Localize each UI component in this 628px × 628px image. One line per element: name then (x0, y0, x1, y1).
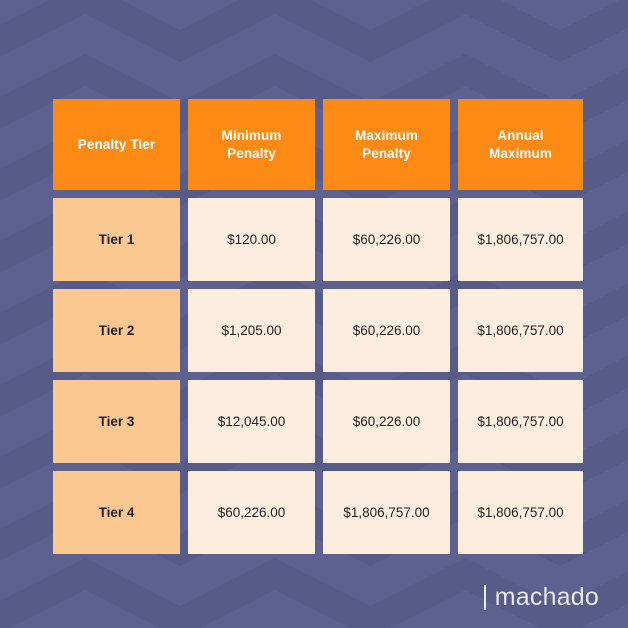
cell-tier-label: Tier 1 (98, 231, 135, 247)
cell-annual-maximum-value: $1,806,757.00 (477, 413, 564, 429)
header-line-1: Annual (497, 127, 544, 143)
header-line-1: Minimum (221, 127, 282, 143)
cell-maximum-penalty: $1,806,757.00 (323, 471, 450, 554)
cell-maximum-penalty-value: $60,226.00 (352, 413, 421, 429)
header-line-2: Maximum (489, 145, 552, 161)
cell-annual-maximum-value: $1,806,757.00 (477, 322, 564, 338)
cell-minimum-penalty: $12,045.00 (188, 380, 315, 463)
cell-annual-maximum: $1,806,757.00 (458, 289, 583, 372)
column-header-penalty-tier: Penalty Tier (53, 99, 180, 190)
penalty-tier-table: Penalty Tier Minimum Penalty Maximum Penal… (53, 99, 583, 554)
cell-annual-maximum: $1,806,757.00 (458, 198, 583, 281)
table-header-row: Penalty Tier Minimum Penalty Maximum Penal… (53, 99, 583, 190)
cell-annual-maximum: $1,806,757.00 (458, 471, 583, 554)
cell-maximum-penalty: $60,226.00 (323, 380, 450, 463)
cell-minimum-penalty-value: $12,045.00 (217, 413, 286, 429)
table-row: Tier 3 $12,045.00 $60,226.00 $1,806,757.… (53, 380, 583, 463)
cell-tier-label: Tier 3 (98, 413, 135, 429)
header-line-1: Maximum (355, 127, 418, 143)
column-header-minimum-penalty: Minimum Penalty (188, 99, 315, 190)
header-line-2: Penalty (362, 145, 411, 161)
cell-tier: Tier 1 (53, 198, 180, 281)
column-header-annual-maximum: Annual Maximum (458, 99, 583, 190)
cell-minimum-penalty: $60,226.00 (188, 471, 315, 554)
cell-minimum-penalty-value: $120.00 (227, 231, 276, 247)
cell-annual-maximum: $1,806,757.00 (458, 380, 583, 463)
cell-annual-maximum-value: $1,806,757.00 (477, 231, 564, 247)
logo-wordmark: machado (494, 583, 599, 611)
column-header-penalty-tier-label: Penalty Tier (77, 136, 156, 152)
cell-maximum-penalty-value: $60,226.00 (352, 322, 421, 338)
column-header-minimum-penalty-label: Minimum Penalty (222, 127, 282, 163)
infographic-canvas: Penalty Tier Minimum Penalty Maximum Penal… (0, 0, 628, 628)
cell-tier: Tier 2 (53, 289, 180, 372)
cell-tier-label: Tier 2 (98, 322, 135, 338)
column-header-maximum-penalty: Maximum Penalty (323, 99, 450, 190)
cell-maximum-penalty-value: $60,226.00 (352, 231, 421, 247)
cell-tier: Tier 4 (53, 471, 180, 554)
cell-minimum-penalty: $120.00 (188, 198, 315, 281)
cell-tier: Tier 3 (53, 380, 180, 463)
logo-divider-icon (483, 585, 486, 610)
cell-maximum-penalty: $60,226.00 (323, 289, 450, 372)
cell-tier-label: Tier 4 (98, 504, 135, 520)
machado-logo: machado (483, 583, 599, 611)
cell-maximum-penalty-value: $1,806,757.00 (343, 504, 430, 520)
cell-minimum-penalty: $1,205.00 (188, 289, 315, 372)
column-header-maximum-penalty-label: Maximum Penalty (355, 127, 418, 163)
header-line-2: Penalty (227, 145, 276, 161)
table-row: Tier 2 $1,205.00 $60,226.00 $1,806,757.0… (53, 289, 583, 372)
table-row: Tier 4 $60,226.00 $1,806,757.00 $1,806,7… (53, 471, 583, 554)
cell-minimum-penalty-value: $60,226.00 (217, 504, 286, 520)
cell-maximum-penalty: $60,226.00 (323, 198, 450, 281)
cell-annual-maximum-value: $1,806,757.00 (477, 504, 564, 520)
cell-minimum-penalty-value: $1,205.00 (221, 322, 282, 338)
column-header-annual-maximum-label: Annual Maximum (489, 127, 552, 163)
table-row: Tier 1 $120.00 $60,226.00 $1,806,757.00 (53, 198, 583, 281)
